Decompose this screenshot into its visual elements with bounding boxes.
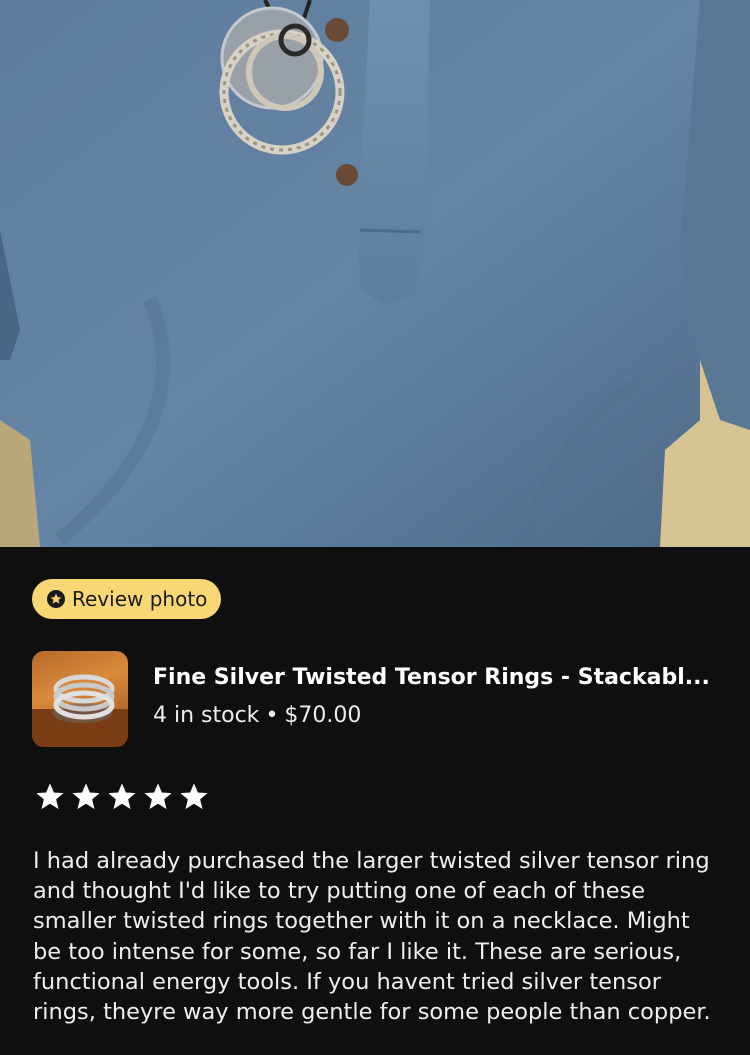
product-price: $70.00 [284,703,362,728]
review-photo[interactable] [0,0,750,547]
product-meta: 4 in stock • $70.00 [153,703,361,728]
review-photo-badge: Review photo [32,579,222,619]
product-title[interactable]: Fine Silver Twisted Tensor Rings - Stack… [153,665,718,690]
review-star-icon [46,589,66,609]
review-text: I had already purchased the larger twist… [33,848,711,1026]
star-rating [34,781,210,813]
review-photo-label: Review photo [72,587,208,611]
stock-status: 4 in stock [153,703,260,728]
review-photo-image [0,0,750,547]
star-icon [108,783,136,809]
star-icon [36,783,64,809]
star-icon [144,783,172,809]
star-icon [180,783,208,809]
product-thumbnail[interactable] [32,651,128,747]
star-icon [72,783,100,809]
product-row[interactable]: Fine Silver Twisted Tensor Rings - Stack… [32,651,722,747]
meta-separator: • [265,703,279,728]
